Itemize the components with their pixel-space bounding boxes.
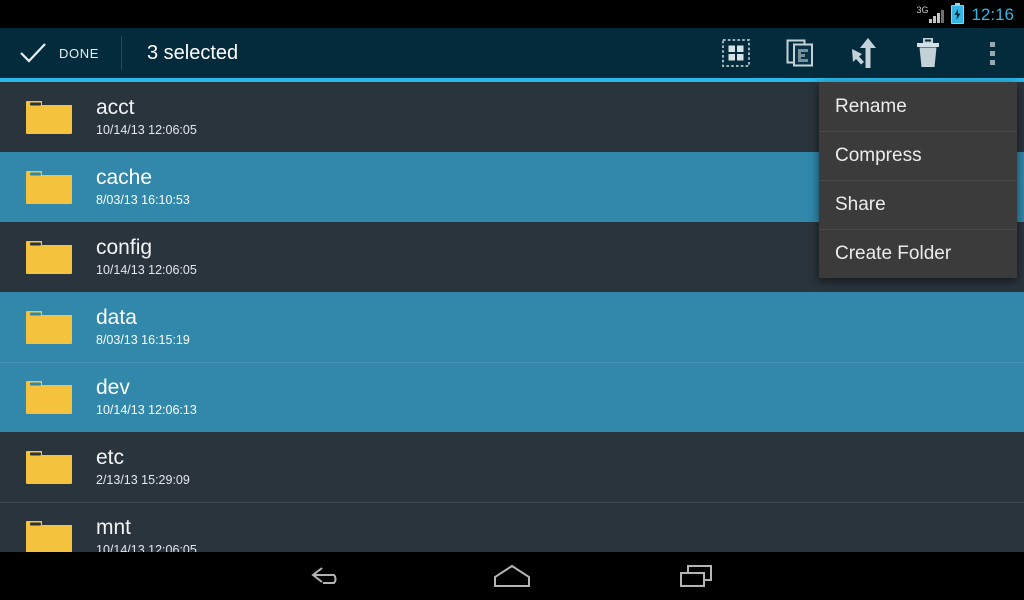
menu-item-create-folder[interactable]: Create Folder <box>819 229 1017 278</box>
menu-item-rename[interactable]: Rename <box>819 82 1017 131</box>
file-name: etc <box>96 446 125 470</box>
status-bar: 3G 12:16 <box>0 0 1024 28</box>
move-icon <box>852 38 876 68</box>
table-row[interactable]: data 8/03/13 16:15:19 <box>0 292 1024 362</box>
move-button[interactable] <box>832 28 896 78</box>
back-icon <box>311 567 337 584</box>
file-row-text: mnt 10/14/13 12:06:05 <box>96 517 197 552</box>
folder-icon <box>26 381 72 414</box>
table-row[interactable]: dev 10/14/13 12:06:13 <box>0 362 1024 432</box>
delete-icon <box>917 38 939 67</box>
copy-button[interactable] <box>768 28 832 78</box>
home-button[interactable] <box>476 552 548 600</box>
select-all-button[interactable] <box>704 28 768 78</box>
overflow-menu-icon <box>989 41 995 65</box>
done-button-label: DONE <box>59 45 99 61</box>
status-bar-clock: 12:16 <box>971 4 1014 24</box>
file-name: acct <box>96 96 135 120</box>
action-bar: DONE 3 selected <box>0 28 1024 78</box>
folder-icon <box>26 241 72 274</box>
overflow-dropdown-menu[interactable]: Rename Compress Share Create Folder <box>819 82 1017 278</box>
file-date: 2/13/13 15:29:09 <box>96 473 190 488</box>
file-name: mnt <box>96 516 132 540</box>
folder-icon <box>26 451 72 484</box>
status-bar-right: 3G 12:16 <box>916 2 1014 24</box>
system-navigation-bar <box>0 552 1024 600</box>
android-file-manager-screen: 3G 12:16 DONE 3 selected acct 10/14/13 1… <box>0 0 1024 600</box>
file-name: config <box>96 236 153 260</box>
recents-icon <box>680 565 712 587</box>
file-date: 8/03/13 16:10:53 <box>96 193 190 208</box>
battery-charging-icon <box>951 2 965 24</box>
selection-count-title: 3 selected <box>146 41 239 64</box>
file-name: cache <box>96 166 153 190</box>
home-icon <box>494 564 530 587</box>
file-name: dev <box>96 376 130 400</box>
back-button[interactable] <box>292 552 364 600</box>
table-row[interactable]: mnt 10/14/13 12:06:05 <box>0 502 1024 552</box>
file-row-text: dev 10/14/13 12:06:13 <box>96 377 197 417</box>
signal-strength-bars <box>929 10 945 23</box>
file-name: data <box>96 306 137 330</box>
signal-bars-icon: 3G <box>916 5 945 23</box>
recents-button[interactable] <box>660 552 732 600</box>
action-bar-buttons <box>704 28 1024 78</box>
folder-icon <box>26 311 72 344</box>
file-date: 10/14/13 12:06:05 <box>96 123 197 138</box>
check-icon <box>20 43 46 63</box>
file-row-text: etc 2/13/13 15:29:09 <box>96 447 190 487</box>
folder-icon <box>26 521 72 552</box>
table-row[interactable]: etc 2/13/13 15:29:09 <box>0 432 1024 502</box>
file-date: 8/03/13 16:15:19 <box>96 333 190 348</box>
file-row-text: acct 10/14/13 12:06:05 <box>96 97 197 137</box>
overflow-menu-button[interactable] <box>960 28 1024 78</box>
folder-icon <box>26 101 72 134</box>
delete-button[interactable] <box>896 28 960 78</box>
file-date: 10/14/13 12:06:05 <box>96 263 197 278</box>
file-row-text: cache 8/03/13 16:10:53 <box>96 167 190 207</box>
file-date: 10/14/13 12:06:05 <box>96 543 197 552</box>
file-row-text: data 8/03/13 16:15:19 <box>96 307 190 347</box>
file-date: 10/14/13 12:06:13 <box>96 403 197 418</box>
copy-icon <box>786 39 813 67</box>
folder-icon <box>26 171 72 204</box>
action-bar-divider <box>120 36 122 70</box>
menu-item-compress[interactable]: Compress <box>819 131 1017 180</box>
network-type-label: 3G <box>916 5 929 15</box>
menu-item-share[interactable]: Share <box>819 180 1017 229</box>
file-row-text: config 10/14/13 12:06:05 <box>96 237 197 277</box>
select-all-icon <box>722 39 750 67</box>
done-button[interactable]: DONE <box>0 28 99 78</box>
